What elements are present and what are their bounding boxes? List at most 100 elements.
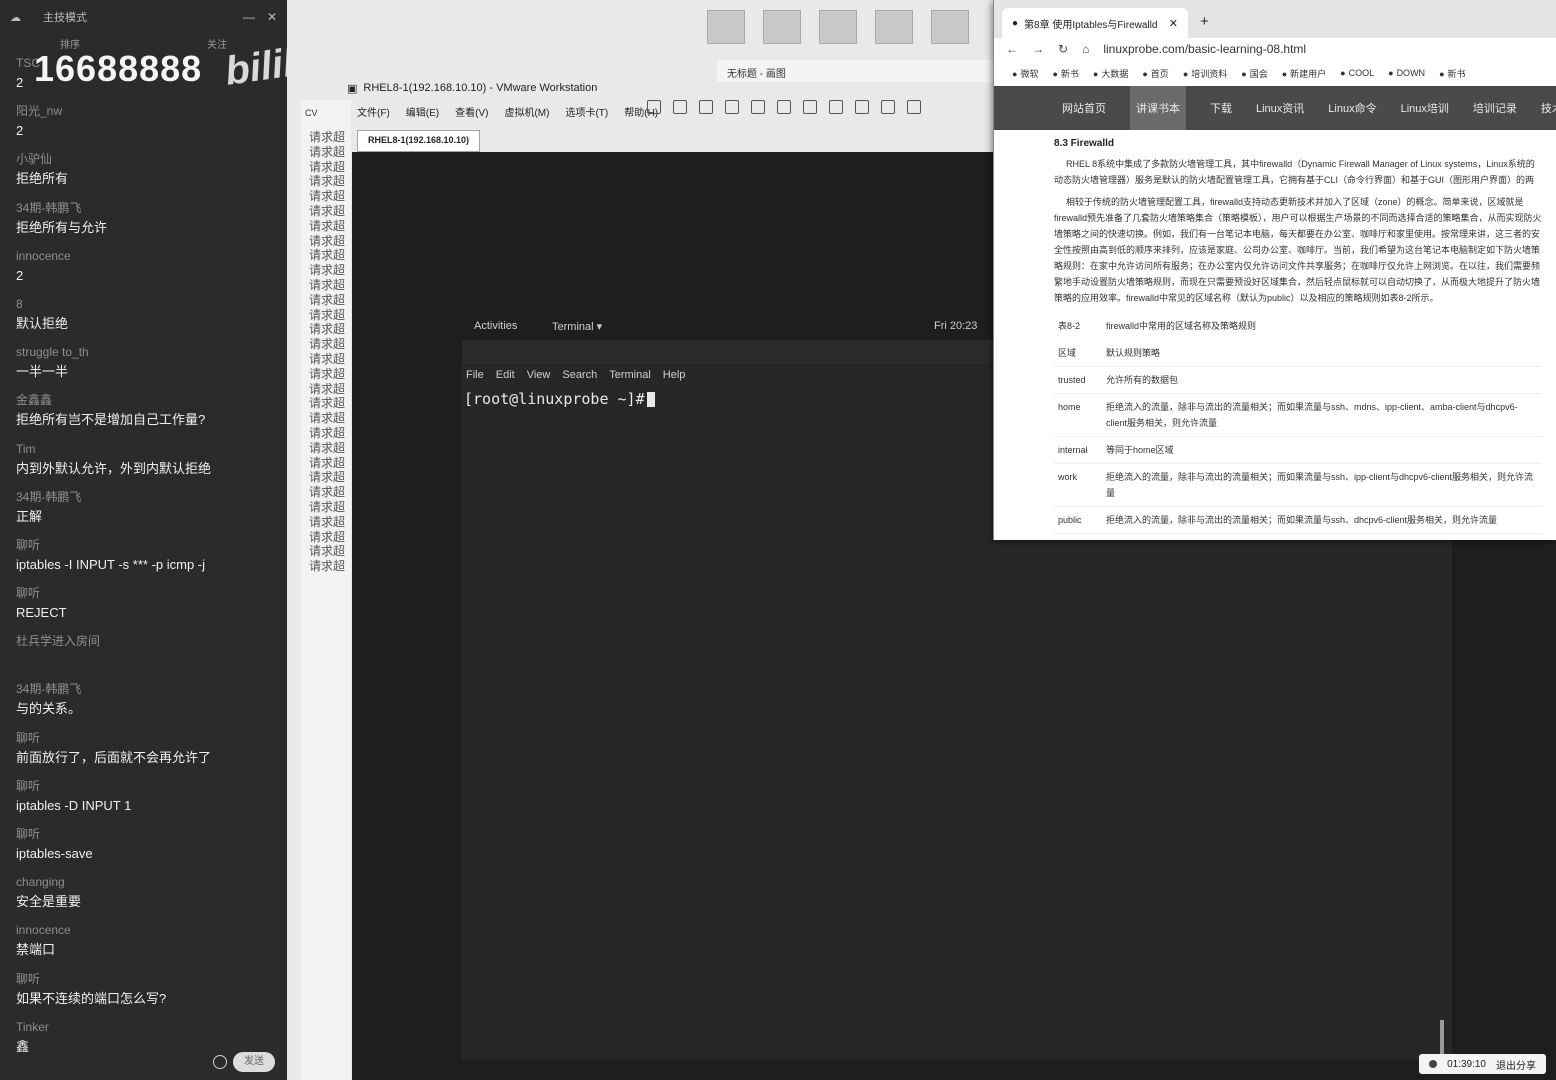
chat-username[interactable]: 34期-韩鹏飞 (16, 488, 277, 506)
site-nav-item[interactable]: 技术 (1541, 100, 1556, 116)
request-timeout-line: 请求超 (309, 233, 346, 248)
stretch-icon[interactable] (907, 100, 921, 114)
request-timeout-line: 请求超 (309, 130, 346, 144)
chat-username[interactable]: 金鑫鑫 (16, 391, 277, 409)
folder-icon[interactable] (707, 10, 745, 44)
terminal-menu-terminal[interactable]: Terminal (609, 369, 651, 381)
zone-rule-cell: 拒绝流入的流量，除非与流出的流量相关；而如果流量与ssh、mdns、ipp-cl… (1102, 393, 1542, 437)
site-nav-item[interactable]: Linux命令 (1328, 100, 1376, 116)
terminal-menu-edit[interactable]: Edit (496, 369, 515, 381)
vmware-icon: ▣ (347, 82, 358, 95)
chat-username[interactable]: 聊听 (16, 536, 277, 554)
tab-close-icon[interactable]: ✕ (1169, 17, 1178, 30)
chat-username[interactable]: changing (16, 873, 277, 891)
clock[interactable]: Fri 20:23 (934, 320, 977, 332)
close-icon[interactable]: ✕ (267, 10, 277, 24)
background-tab-label[interactable]: CV (305, 108, 318, 118)
chat-username[interactable]: 聊听 (16, 777, 277, 795)
forward-icon[interactable]: → (1032, 42, 1044, 56)
exit-share-button[interactable]: 退出分享 (1496, 1057, 1536, 1072)
window-controls: — ✕ (243, 10, 277, 24)
site-nav-item[interactable]: 讲课书本 (1130, 86, 1186, 130)
bookmark-item[interactable]: 新书 (1052, 67, 1079, 80)
chat-username[interactable]: 杜兵学进入房间 (16, 632, 277, 650)
menu-tabs[interactable]: 选项卡(T) (565, 104, 608, 119)
vm-tab[interactable]: RHEL8-1(192.168.10.10) (357, 130, 481, 152)
chat-username[interactable]: 聊听 (16, 825, 277, 843)
folder-icon[interactable] (931, 10, 969, 44)
terminal-scrollbar[interactable] (1440, 1020, 1444, 1056)
bookmark-item[interactable]: 大数据 (1093, 67, 1128, 80)
site-nav-item[interactable]: Linux培训 (1401, 100, 1449, 116)
terminal-menu-file[interactable]: File (466, 369, 484, 381)
chat-username[interactable]: 小驴仙 (16, 150, 277, 168)
bookmark-item[interactable]: 新建用户 (1282, 67, 1326, 80)
minimize-icon[interactable]: — (243, 10, 255, 24)
manage-snapshots-icon[interactable] (751, 100, 765, 114)
menu-vm[interactable]: 虚拟机(M) (504, 104, 549, 119)
bookmark-item[interactable]: 国会 (1241, 67, 1268, 80)
chat-username[interactable]: innocence (16, 247, 277, 265)
section-title: 8.3 Firewalld (1054, 138, 1115, 149)
request-timeout-line: 请求超 (309, 263, 346, 278)
vmware-window-title: RHEL8-1(192.168.10.10) - VMware Workstat… (363, 82, 598, 94)
request-timeout-line: 请求超 (309, 203, 346, 218)
fullscreen-icon[interactable] (829, 100, 843, 114)
menu-file[interactable]: 文件(F) (357, 104, 390, 119)
chat-username[interactable]: 8 (16, 295, 277, 313)
chat-username[interactable]: Tinker (16, 1018, 277, 1036)
activities-button[interactable]: Activities (474, 320, 517, 332)
site-nav-item[interactable]: Linux资讯 (1256, 100, 1304, 116)
address-bar[interactable]: linuxprobe.com/basic-learning-08.html (1103, 42, 1306, 56)
request-timeout-line: 请求超 (309, 470, 346, 485)
terminal-menu-search[interactable]: Search (562, 369, 597, 381)
terminal-menu-help[interactable]: Help (663, 369, 686, 381)
snapshot-icon[interactable] (699, 100, 713, 114)
chat-username[interactable]: 聊听 (16, 970, 277, 988)
unity-icon[interactable] (855, 100, 869, 114)
share-timer: 01:39:10 (1447, 1058, 1486, 1070)
chat-username[interactable]: Tim (16, 440, 277, 458)
bookmark-item[interactable]: COOL (1340, 68, 1375, 78)
chat-subtab-right[interactable]: 关注 (207, 36, 227, 51)
thumbnail-icon[interactable] (803, 100, 817, 114)
chat-username[interactable]: 阳光_nw (16, 102, 277, 120)
terminal-app-menu[interactable]: Terminal ▾ (552, 320, 602, 333)
back-icon[interactable]: ← (1006, 42, 1018, 56)
bookmark-item[interactable]: 培训资料 (1183, 67, 1227, 80)
chat-username[interactable]: struggle to_th (16, 343, 277, 361)
site-nav-item[interactable]: 培训记录 (1473, 100, 1517, 116)
folder-icon[interactable] (819, 10, 857, 44)
chat-username[interactable]: 34期-韩鹏飞 (16, 199, 277, 217)
prompt-text: [root@linuxprobe ~]# (464, 390, 645, 408)
folder-icon[interactable] (875, 10, 913, 44)
emoji-icon[interactable] (213, 1055, 227, 1069)
console-icon[interactable] (881, 100, 895, 114)
terminal-menu-view[interactable]: View (527, 369, 551, 381)
reload-icon[interactable]: ↻ (1058, 42, 1068, 56)
site-nav-item[interactable]: 下载 (1210, 100, 1232, 116)
new-tab-icon[interactable]: + (1200, 13, 1209, 30)
chat-username[interactable]: 聊听 (16, 584, 277, 602)
pause-icon[interactable] (647, 100, 661, 114)
revert-snapshot-icon[interactable] (725, 100, 739, 114)
home-icon[interactable]: ⌂ (1082, 42, 1089, 56)
send-button[interactable]: 发送 (233, 1052, 275, 1072)
bookmark-item[interactable]: DOWN (1388, 68, 1426, 78)
bookmark-item[interactable]: 首页 (1142, 67, 1169, 80)
request-timeout-line: 请求超 (309, 159, 346, 174)
browser-tab[interactable]: ● 第8章 使用Iptables与Firewalld ✕ (1002, 8, 1188, 38)
menu-view[interactable]: 查看(V) (455, 104, 488, 119)
sidebar-toggle-icon[interactable] (777, 100, 791, 114)
site-nav-item[interactable]: 网站首页 (1062, 100, 1106, 116)
chat-text: 拒绝所有与允许 (16, 219, 108, 235)
bookmark-item[interactable]: 微软 (1012, 67, 1038, 80)
menu-edit[interactable]: 编辑(E) (406, 104, 439, 119)
chat-username[interactable]: 聊听 (16, 729, 277, 747)
send-keys-icon[interactable] (673, 100, 687, 114)
bookmark-item[interactable]: 新书 (1439, 67, 1466, 80)
chat-username[interactable]: 34期-韩鹏飞 (16, 680, 277, 698)
folder-icon[interactable] (763, 10, 801, 44)
paint-window-title[interactable]: 无标题 - 画图 (717, 60, 997, 82)
chat-username[interactable]: innocence (16, 921, 277, 939)
